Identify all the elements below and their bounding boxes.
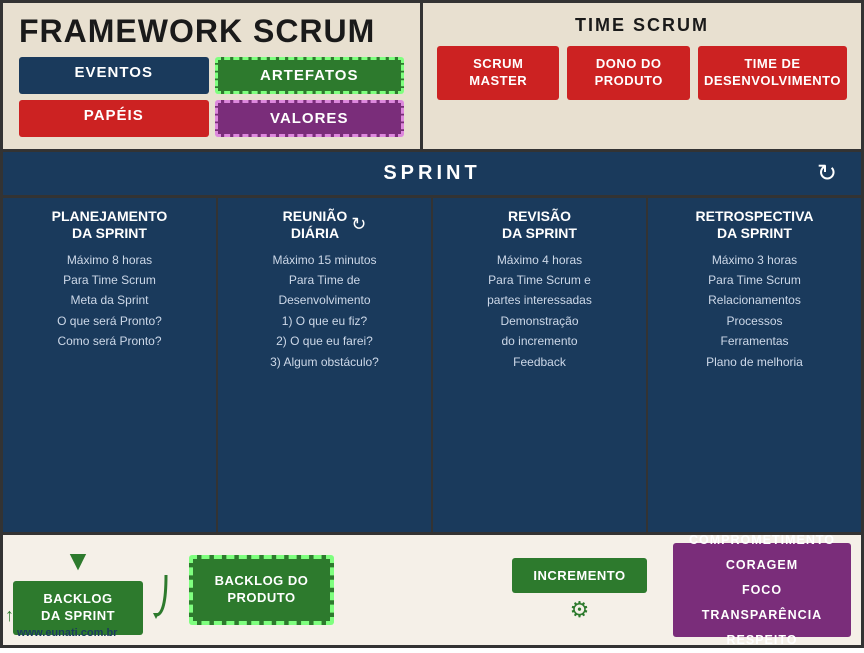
time-section: TIME SCRUM SCRUMMASTER DONO DOPRODUTO TI… [423, 3, 861, 149]
framework-section: FRAMEWORK SCRUM EVENTOS ARTEFATOS PAPÉIS… [3, 3, 423, 149]
time-title: TIME SCRUM [575, 15, 709, 36]
incremento-col: INCREMENTO ⚙ [512, 543, 647, 637]
framework-grid: EVENTOS ARTEFATOS PAPÉIS VALORES [19, 57, 404, 137]
event-revisao-content: Máximo 4 horasPara Time Scrum epartes in… [443, 250, 636, 372]
valores-list: COMPROMETIMENTOCORAGEMFOCOTRANSPARÊNCIAR… [689, 528, 835, 653]
arrow-area [151, 543, 181, 637]
event-revisao-title: REVISÃODA SPRINT [443, 208, 636, 242]
scrum-master-button[interactable]: SCRUMMASTER [437, 46, 559, 100]
event-planejamento: PLANEJAMENTODA SPRINT Máximo 8 horasPara… [3, 198, 218, 532]
website-label: www.eunati.com.br [17, 627, 117, 639]
sprint-label: SPRINT [383, 162, 480, 185]
sprint-bar: SPRINT ↻ [3, 152, 861, 198]
event-reuniao-title: REUNIÃODIÁRIA ↻ [228, 208, 421, 242]
incremento-button[interactable]: INCREMENTO [512, 558, 647, 593]
top-section: FRAMEWORK SCRUM EVENTOS ARTEFATOS PAPÉIS… [3, 3, 861, 152]
arrow-down-icon: ▼ [64, 545, 92, 577]
backlog-sprint-col: ▼ BACKLOGDA SPRINT ↑ [13, 543, 143, 637]
event-reuniao: REUNIÃODIÁRIA ↻ Máximo 15 minutosPara Ti… [218, 198, 433, 532]
valores-col: COMPROMETIMENTOCORAGEMFOCOTRANSPARÊNCIAR… [673, 543, 851, 637]
event-revisao: REVISÃODA SPRINT Máximo 4 horasPara Time… [433, 198, 648, 532]
arrow-up-green-icon: ↑ [5, 604, 15, 627]
eventos-button[interactable]: EVENTOS [19, 57, 209, 94]
bottom-section: ▼ BACKLOGDA SPRINT ↑ BACKLOG DOPRODUTO I… [3, 535, 861, 645]
event-retrospectiva: RETROSPECTIVADA SPRINT Máximo 3 horasPar… [648, 198, 861, 532]
papeis-button[interactable]: PAPÉIS [19, 100, 209, 137]
time-grid: SCRUMMASTER DONO DOPRODUTO TIME DEDESENV… [437, 46, 847, 100]
spacer [342, 543, 504, 637]
valores-button[interactable]: VALORES [215, 100, 405, 137]
event-planejamento-content: Máximo 8 horasPara Time ScrumMeta da Spr… [13, 250, 206, 352]
event-planejamento-title: PLANEJAMENTODA SPRINT [13, 208, 206, 242]
sprint-refresh-icon: ↻ [817, 159, 841, 188]
event-reuniao-content: Máximo 15 minutosPara Time deDesenvolvim… [228, 250, 421, 372]
spacer2 [655, 543, 665, 637]
backlog-produto-col: BACKLOG DOPRODUTO [189, 543, 334, 637]
event-retrospectiva-content: Máximo 3 horasPara Time ScrumRelacioname… [658, 250, 851, 372]
dono-produto-button[interactable]: DONO DOPRODUTO [567, 46, 689, 100]
artefatos-button[interactable]: ARTEFATOS [215, 57, 405, 94]
time-dev-button[interactable]: TIME DEDESENVOLVIMENTO [698, 46, 847, 100]
event-retrospectiva-title: RETROSPECTIVADA SPRINT [658, 208, 851, 242]
curved-arrow-svg [151, 575, 181, 625]
backlog-produto-button[interactable]: BACKLOG DOPRODUTO [189, 555, 334, 625]
reuniao-refresh-icon: ↻ [351, 214, 366, 236]
main-container: FRAMEWORK SCRUM EVENTOS ARTEFATOS PAPÉIS… [0, 0, 864, 648]
gear-icon: ⚙ [570, 597, 590, 623]
events-section: PLANEJAMENTODA SPRINT Máximo 8 horasPara… [3, 198, 861, 535]
framework-title: FRAMEWORK SCRUM [19, 15, 404, 47]
